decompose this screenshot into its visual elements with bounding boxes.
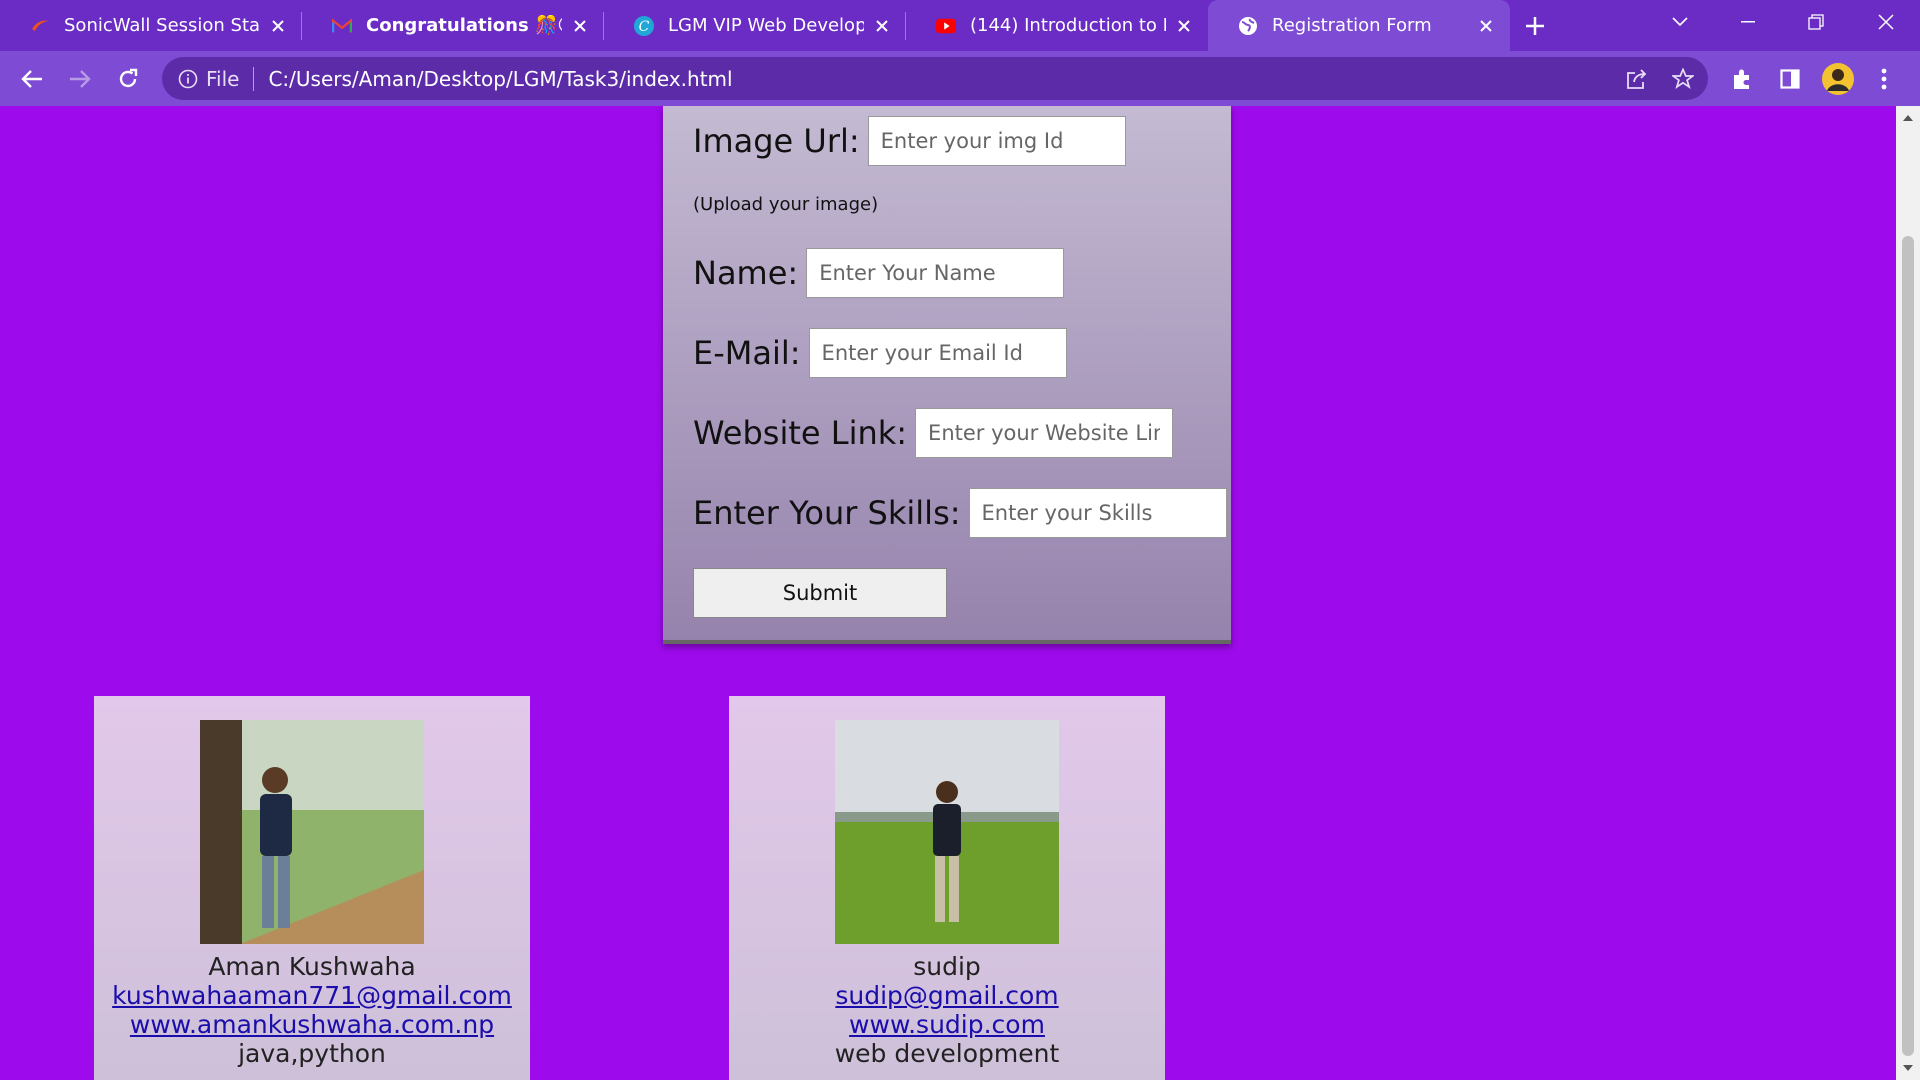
- svg-text:C: C: [639, 19, 650, 35]
- tab-title: (144) Introduction to Reac: [970, 15, 1166, 36]
- side-panel-icon: [1780, 68, 1800, 89]
- skills-label: Enter Your Skills:: [693, 494, 961, 532]
- image-url-row: Image Url:: [693, 116, 1126, 166]
- tab-gmail[interactable]: Congratulations 🎊😊|| C: [302, 0, 604, 51]
- close-icon[interactable]: [570, 16, 590, 36]
- minimize-icon: [1741, 21, 1755, 23]
- new-tab-button[interactable]: [1510, 0, 1560, 51]
- avatar-icon: [1822, 62, 1854, 95]
- image-url-input[interactable]: [867, 116, 1126, 166]
- address-bar[interactable]: File C:/Users/Aman/Desktop/LGM/Task3/ind…: [162, 57, 1708, 100]
- youtube-icon: [936, 16, 956, 36]
- profile-name: Aman Kushwaha: [208, 952, 416, 981]
- tab-sonicwall[interactable]: SonicWall Session Status: [0, 0, 302, 51]
- scroll-down-icon: [1903, 1065, 1913, 1071]
- plus-icon: [1526, 16, 1544, 35]
- url-scheme-label: File: [206, 66, 240, 91]
- profile-email-link[interactable]: sudip@gmail.com: [729, 981, 1165, 1010]
- tab-search-button[interactable]: [1650, 0, 1710, 44]
- website-input[interactable]: [915, 408, 1174, 458]
- profile-email-link[interactable]: kushwahaaman771@gmail.com: [94, 981, 530, 1010]
- close-icon[interactable]: [1174, 16, 1194, 36]
- profile-skills: web development: [834, 1039, 1060, 1068]
- gmail-icon: [332, 16, 352, 36]
- profile-info: sudip sudip@gmail.com www.sudip.com web …: [729, 952, 1165, 1068]
- url-text[interactable]: C:/Users/Aman/Desktop/LGM/Task3/index.ht…: [268, 67, 732, 91]
- arrow-right-icon: [70, 69, 91, 88]
- menu-button[interactable]: [1864, 55, 1904, 103]
- email-row: E-Mail:: [693, 328, 1067, 378]
- tab-registration-form[interactable]: Registration Form: [1208, 0, 1510, 51]
- globe-icon: [1238, 16, 1258, 36]
- email-label: E-Mail:: [693, 334, 801, 372]
- registration-form: Image Url: (Upload your image) Name: E-M…: [663, 106, 1231, 644]
- close-icon: [1878, 14, 1894, 30]
- profile-info: Aman Kushwaha kushwahaaman771@gmail.com …: [94, 952, 530, 1068]
- tab-title: Registration Form: [1272, 15, 1432, 36]
- arrow-left-icon: [21, 69, 42, 88]
- page-viewport: Image Url: (Upload your image) Name: E-M…: [0, 106, 1896, 1080]
- profile-photo: [200, 720, 424, 944]
- reload-icon: [119, 68, 138, 87]
- name-row: Name:: [693, 248, 1065, 298]
- restore-button[interactable]: [1786, 0, 1846, 44]
- tab-strip: SonicWall Session Status Congratulations…: [0, 0, 1920, 51]
- minimize-button[interactable]: [1718, 0, 1778, 44]
- info-icon[interactable]: [178, 69, 198, 89]
- image-url-label: Image Url:: [693, 122, 860, 160]
- star-icon[interactable]: [1672, 67, 1694, 90]
- tab-title: LGM VIP Web Developme: [668, 15, 864, 36]
- scroll-up-icon: [1903, 115, 1913, 121]
- extensions-button[interactable]: [1718, 55, 1766, 103]
- email-input[interactable]: [808, 328, 1067, 378]
- tab-title: Congratulations 🎊😊|| C: [366, 15, 562, 36]
- tab-title: SonicWall Session Status: [64, 15, 260, 36]
- puzzle-icon: [1734, 69, 1749, 89]
- profile-website-link[interactable]: www.amankushwaha.com.np: [94, 1010, 530, 1039]
- sonicwall-icon: [30, 16, 50, 36]
- vertical-scrollbar[interactable]: [1896, 106, 1920, 1080]
- close-icon[interactable]: [872, 16, 892, 36]
- address-divider: [253, 66, 255, 91]
- profile-card: sudip sudip@gmail.com www.sudip.com web …: [729, 696, 1165, 1080]
- chevron-down-icon: [1672, 17, 1688, 27]
- scrollbar-thumb[interactable]: [1902, 236, 1914, 1056]
- close-window-button[interactable]: [1856, 0, 1916, 44]
- close-icon[interactable]: [268, 16, 288, 36]
- back-button[interactable]: [8, 55, 56, 103]
- side-panel-button[interactable]: [1766, 55, 1814, 103]
- browser-toolbar: File C:/Users/Aman/Desktop/LGM/Task3/ind…: [0, 51, 1920, 106]
- skills-row: Enter Your Skills:: [693, 488, 1227, 538]
- restore-icon: [1808, 14, 1824, 30]
- name-label: Name:: [693, 254, 799, 292]
- share-icon[interactable]: [1626, 68, 1648, 89]
- profile-skills: java,python: [238, 1039, 386, 1068]
- profile-website-link[interactable]: www.sudip.com: [729, 1010, 1165, 1039]
- submit-button[interactable]: Submit: [693, 568, 947, 618]
- canva-icon: C: [634, 15, 654, 36]
- close-icon[interactable]: [1476, 16, 1496, 36]
- website-row: Website Link:: [693, 408, 1174, 458]
- profile-name: sudip: [913, 952, 981, 981]
- tab-lgm[interactable]: C LGM VIP Web Developme: [604, 0, 906, 51]
- name-input[interactable]: [806, 248, 1065, 298]
- upload-hint: (Upload your image): [693, 194, 879, 215]
- skills-input[interactable]: [968, 488, 1227, 538]
- profile-avatar[interactable]: [1814, 55, 1862, 103]
- profile-card: Aman Kushwaha kushwahaaman771@gmail.com …: [94, 696, 530, 1080]
- kebab-menu-icon: [1881, 68, 1887, 89]
- forward-button[interactable]: [56, 55, 104, 103]
- reload-button[interactable]: [104, 55, 152, 103]
- profile-photo: [835, 720, 1059, 944]
- website-label: Website Link:: [693, 414, 908, 452]
- tab-youtube[interactable]: (144) Introduction to Reac: [906, 0, 1208, 51]
